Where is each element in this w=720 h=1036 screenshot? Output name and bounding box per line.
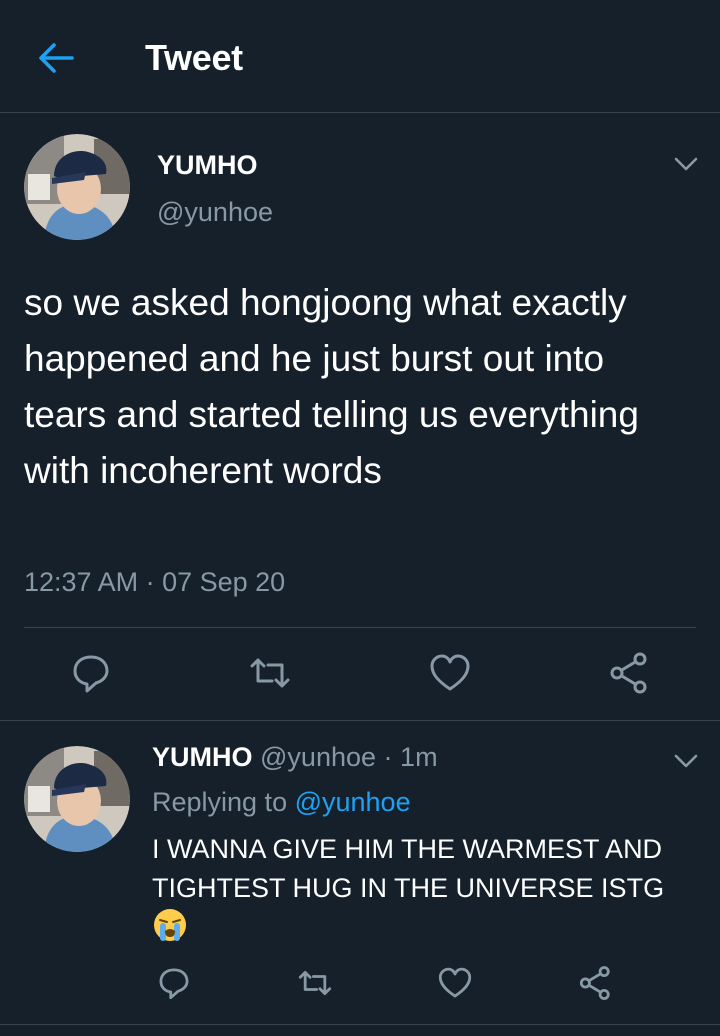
- replying-to: Replying to @yunhoe: [152, 787, 411, 818]
- share-icon: [579, 966, 610, 1000]
- reply-timestamp[interactable]: 1m: [400, 742, 438, 772]
- share-button[interactable]: [578, 965, 614, 1001]
- replying-to-link[interactable]: @yunhoe: [295, 787, 411, 817]
- display-name[interactable]: YUMHO: [152, 742, 253, 772]
- divider: [24, 627, 696, 628]
- divider: [0, 1024, 720, 1025]
- avatar[interactable]: [24, 746, 130, 852]
- chevron-down-icon: [674, 754, 698, 768]
- divider: [0, 720, 720, 721]
- reply-header: YUMHO @yunhoe · 1m: [152, 742, 438, 773]
- share-button[interactable]: [608, 651, 652, 695]
- tweet-menu-button[interactable]: [673, 155, 699, 173]
- reply-text: I WANNA GIVE HIM THE WARMEST AND TIGHTES…: [152, 834, 665, 903]
- back-button[interactable]: [36, 38, 76, 78]
- arrow-left-icon: [39, 43, 74, 73]
- retweet-button[interactable]: [297, 965, 333, 1001]
- avatar[interactable]: [24, 134, 130, 240]
- share-icon: [610, 652, 647, 694]
- replying-to-label: Replying to: [152, 787, 295, 817]
- retweet-icon: [298, 970, 332, 996]
- retweet-icon: [250, 658, 290, 688]
- like-icon: [430, 654, 470, 691]
- user-handle[interactable]: @yunhoe: [260, 742, 376, 772]
- like-button[interactable]: [437, 965, 473, 1001]
- reply-menu-button[interactable]: [673, 752, 699, 770]
- reply-button[interactable]: [156, 965, 192, 1001]
- like-button[interactable]: [428, 651, 472, 695]
- user-handle[interactable]: @yunhoe: [157, 197, 273, 228]
- tweet-timestamp[interactable]: 12:37 AM · 07 Sep 20: [24, 567, 285, 598]
- page-title: Tweet: [145, 37, 243, 78]
- display-name[interactable]: YUMHO: [157, 150, 258, 181]
- loudly-crying-face-emoji: [152, 907, 188, 943]
- tweet-text: so we asked hongjoong what exactly happe…: [24, 282, 639, 491]
- chevron-down-icon: [674, 157, 698, 171]
- like-icon: [438, 967, 472, 998]
- retweet-button[interactable]: [248, 651, 292, 695]
- top-bar: Tweet: [0, 0, 720, 113]
- separator: ·: [383, 742, 393, 772]
- reply-icon: [159, 968, 189, 1000]
- reply-icon: [73, 655, 109, 693]
- reply-button[interactable]: [69, 651, 113, 695]
